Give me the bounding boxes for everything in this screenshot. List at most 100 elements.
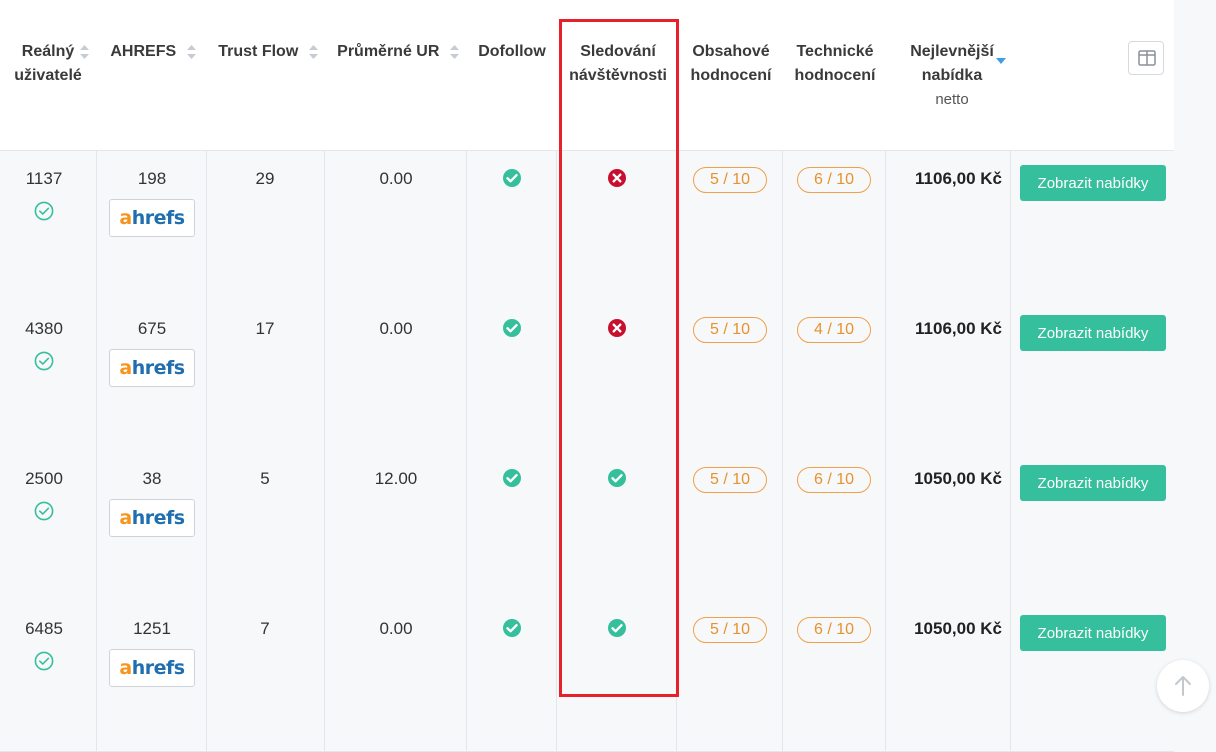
column-divider [676, 301, 677, 451]
col-header-avg-ur-label: Průměrné UR [337, 43, 440, 60]
ahrefs-value: 675 [137, 319, 167, 338]
column-divider [556, 451, 557, 601]
traffic-check-icon [607, 468, 627, 493]
column-divider [466, 601, 467, 751]
column-divider [885, 601, 886, 751]
ahrefs-value: 38 [142, 469, 162, 488]
show-offers-button[interactable]: Zobrazit nabídky [1020, 315, 1166, 351]
dofollow-check-icon [502, 468, 522, 493]
verified-check-icon [34, 201, 54, 226]
column-divider [885, 451, 886, 601]
ahrefs-logo-a: a [119, 207, 132, 229]
column-divider [466, 301, 467, 451]
column-divider [556, 301, 557, 451]
ahrefs-logo-button[interactable]: ahrefs [109, 499, 195, 537]
table-row: 1137 198 ahrefs 29 0.00 5 / 10 6 / 10 1106,00 K… [0, 151, 1174, 302]
price-value: 1106,00 Kč [915, 319, 1002, 338]
ahrefs-logo-button[interactable]: ahrefs [109, 649, 195, 687]
col-header-real-users-label: Reálný uživatelé [14, 43, 82, 84]
col-header-real-users[interactable]: Reálný uživatelé [0, 40, 96, 88]
ahrefs-logo-a: a [119, 357, 132, 379]
col-header-ahrefs[interactable]: AHREFS [100, 40, 206, 64]
dofollow-check-icon [502, 318, 522, 343]
scroll-to-top-button[interactable] [1157, 660, 1209, 712]
col-header-avg-ur[interactable]: Průměrné UR [330, 40, 466, 64]
avg-ur-value: 0.00 [379, 619, 413, 638]
sort-icon[interactable] [308, 44, 318, 59]
trust-flow-value: 17 [255, 319, 275, 338]
column-divider [782, 601, 783, 751]
table-row: 2500 38 ahrefs 5 12.00 5 / 10 6 / 10 1050,00 Kč… [0, 451, 1174, 602]
col-header-dofollow-label: Dofollow [478, 43, 546, 60]
col-header-technical-rating-label: Technické hodnocení [794, 43, 876, 84]
column-divider [96, 451, 97, 601]
real-users-value: 4380 [25, 319, 63, 338]
column-divider [324, 301, 325, 451]
technical-rating-badge: 4 / 10 [797, 317, 871, 343]
column-divider [782, 301, 783, 451]
sort-desc-icon[interactable] [996, 48, 1006, 72]
col-header-content-rating: Obsahové hodnocení [680, 40, 782, 88]
column-divider [676, 151, 677, 301]
real-users-value: 1137 [25, 169, 63, 188]
column-divider [466, 151, 467, 301]
dofollow-check-icon [502, 618, 522, 643]
sort-icon[interactable] [80, 45, 89, 59]
verified-check-icon [34, 651, 54, 676]
column-divider [885, 151, 886, 301]
column-divider [676, 451, 677, 601]
trust-flow-value: 29 [255, 169, 275, 188]
content-rating-badge: 5 / 10 [693, 167, 767, 193]
ahrefs-logo-button[interactable]: ahrefs [109, 349, 195, 387]
column-divider [1010, 451, 1011, 601]
column-divider [324, 151, 325, 301]
verified-check-icon [34, 351, 54, 376]
show-offers-button[interactable]: Zobrazit nabídky [1020, 615, 1166, 651]
column-divider [1010, 601, 1011, 751]
real-users-value: 6485 [25, 619, 63, 638]
price-value: 1050,00 Kč [914, 619, 1002, 638]
column-divider [782, 151, 783, 301]
real-users-value: 2500 [25, 469, 63, 488]
offers-table: Reálný uživatelé AHREFS Trust Flow Průmě… [0, 0, 1174, 752]
col-header-trust-flow[interactable]: Trust Flow [210, 40, 326, 64]
ahrefs-logo-rest: hrefs [131, 207, 185, 229]
ahrefs-logo-rest: hrefs [131, 357, 185, 379]
col-header-netto-label: netto [935, 91, 969, 108]
ahrefs-logo-button[interactable]: ahrefs [109, 199, 195, 237]
column-divider [556, 151, 557, 301]
column-divider [96, 601, 97, 751]
table-row: 6485 1251 ahrefs 7 0.00 5 / 10 6 / 10 1050,00 K… [0, 601, 1174, 752]
technical-rating-badge: 6 / 10 [797, 167, 871, 193]
content-rating-badge: 5 / 10 [693, 467, 767, 493]
column-divider [676, 601, 677, 751]
table-row: 4380 675 ahrefs 17 0.00 5 / 10 4 / 10 1106,00 K… [0, 301, 1174, 452]
arrow-up-icon [1175, 676, 1191, 696]
price-value: 1106,00 Kč [915, 169, 1002, 188]
ahrefs-logo-rest: hrefs [131, 657, 185, 679]
col-header-cheapest-offer[interactable]: Nejlevnější nabídka netto [892, 40, 1012, 112]
traffic-check-icon [607, 618, 627, 643]
col-header-traffic-tracking: Sledování návštěvnosti [560, 40, 676, 88]
column-divider [1010, 301, 1011, 451]
traffic-cross-icon [607, 318, 627, 343]
price-value: 1050,00 Kč [914, 469, 1002, 488]
col-header-ahrefs-label: AHREFS [110, 43, 177, 60]
ahrefs-value: 1251 [133, 619, 171, 638]
column-divider [466, 451, 467, 601]
column-divider [324, 451, 325, 601]
show-offers-button[interactable]: Zobrazit nabídky [1020, 465, 1166, 501]
ahrefs-logo-a: a [119, 507, 132, 529]
dofollow-check-icon [502, 168, 522, 193]
sort-icon[interactable] [449, 44, 459, 59]
ahrefs-value: 198 [137, 169, 167, 188]
trust-flow-value: 5 [260, 469, 270, 488]
column-divider [885, 301, 886, 451]
sort-icon[interactable] [186, 44, 196, 59]
content-rating-badge: 5 / 10 [693, 317, 767, 343]
column-divider [556, 601, 557, 751]
columns-icon [1138, 50, 1156, 66]
column-settings-button[interactable] [1128, 41, 1164, 75]
show-offers-button[interactable]: Zobrazit nabídky [1020, 165, 1166, 201]
ahrefs-logo-a: a [119, 657, 132, 679]
